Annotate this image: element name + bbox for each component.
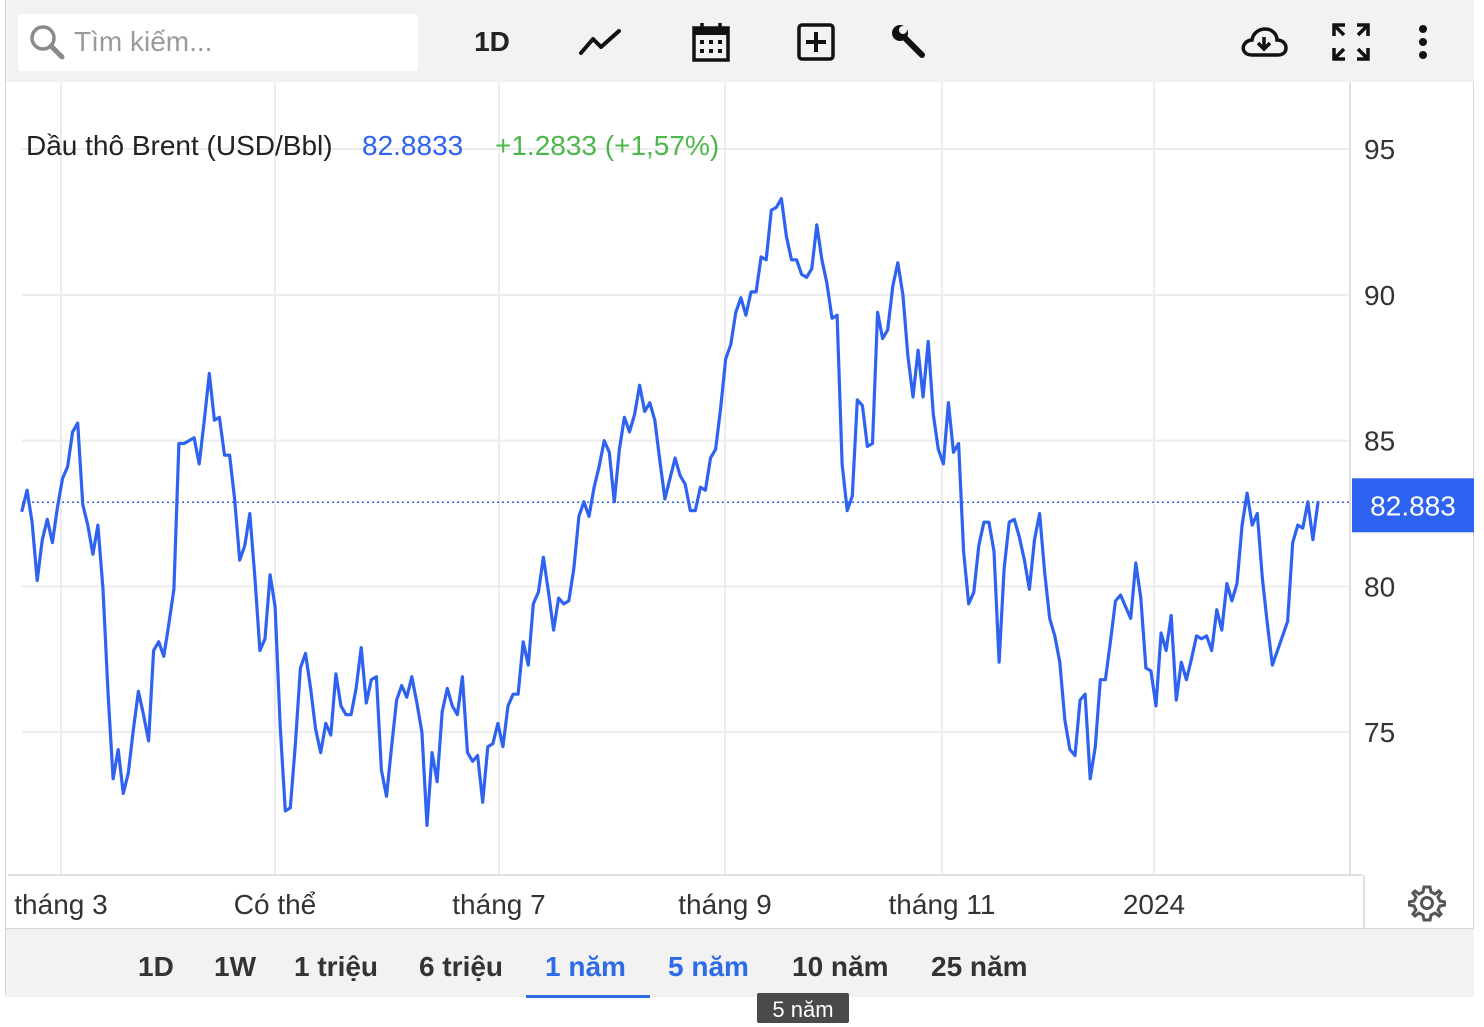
x-tick-label: tháng 3	[14, 889, 107, 920]
add-square-icon	[797, 23, 835, 61]
fullscreen-button[interactable]	[1328, 16, 1374, 68]
fullscreen-icon	[1332, 23, 1370, 61]
download-button[interactable]	[1238, 16, 1290, 68]
search-input[interactable]	[74, 22, 404, 62]
range-1w[interactable]: 1W	[214, 951, 256, 983]
vertical-gridlines	[60, 82, 1155, 875]
cloud-download-icon	[1241, 27, 1288, 57]
search-box[interactable]	[18, 14, 418, 71]
x-tick-label: tháng 9	[678, 889, 771, 920]
indicators-button[interactable]	[886, 16, 932, 68]
range-tooltip: 5 năm	[757, 993, 849, 1023]
range-1d[interactable]: 1D	[138, 951, 174, 983]
current-price: 82.8833	[362, 130, 463, 161]
y-tick-label: 75	[1364, 717, 1395, 748]
search-icon	[30, 25, 65, 60]
y-tick-label: 85	[1364, 426, 1395, 457]
range-25y[interactable]: 25 năm	[931, 951, 1028, 983]
y-axis-labels: 75 80 85 90 95	[1364, 134, 1395, 748]
range-5y[interactable]: 5 năm	[668, 951, 749, 983]
range-6m[interactable]: 6 triệu	[419, 951, 503, 983]
chart-type-button[interactable]	[576, 16, 626, 68]
calendar-icon	[692, 23, 730, 62]
interval-button[interactable]: 1D	[462, 16, 522, 68]
x-tick-label: tháng 7	[452, 889, 545, 920]
toolbar: 1D	[6, 0, 1474, 82]
range-1m[interactable]: 1 triệu	[294, 951, 378, 983]
active-range-underline	[526, 995, 650, 998]
instrument-name: Dầu thô Brent (USD/Bbl)	[26, 130, 333, 161]
last-price-tag-text: 82.883	[1370, 490, 1456, 521]
range-1y[interactable]: 1 năm	[545, 951, 626, 983]
gear-icon[interactable]	[1408, 884, 1446, 922]
range-10y[interactable]: 10 năm	[792, 951, 889, 983]
y-tick-label: 90	[1364, 280, 1395, 311]
x-tick-label: tháng 11	[889, 889, 996, 920]
y-tick-label: 80	[1364, 571, 1395, 602]
line-chart-icon	[579, 29, 621, 55]
more-vertical-icon	[1419, 25, 1427, 59]
y-tick-label: 95	[1364, 134, 1395, 165]
range-selector: 1D 1W 1 triệu 6 triệu 1 năm 5 năm 10 năm…	[6, 928, 1474, 998]
x-axis-labels: tháng 3 Có thể tháng 7 tháng 9 tháng 11 …	[14, 889, 1185, 920]
more-button[interactable]	[1408, 16, 1438, 68]
wrench-icon	[892, 25, 925, 58]
price-change: +1.2833 (+1,57%)	[495, 130, 719, 161]
x-tick-label: 2024	[1123, 889, 1185, 920]
calendar-button[interactable]	[688, 16, 734, 68]
price-chart[interactable]: 75 80 85 90 95 Dầu thô Brent (USD/Bbl) 82.88…	[0, 82, 1484, 928]
compare-button[interactable]	[793, 16, 839, 68]
x-tick-label: Có thể	[234, 889, 317, 920]
